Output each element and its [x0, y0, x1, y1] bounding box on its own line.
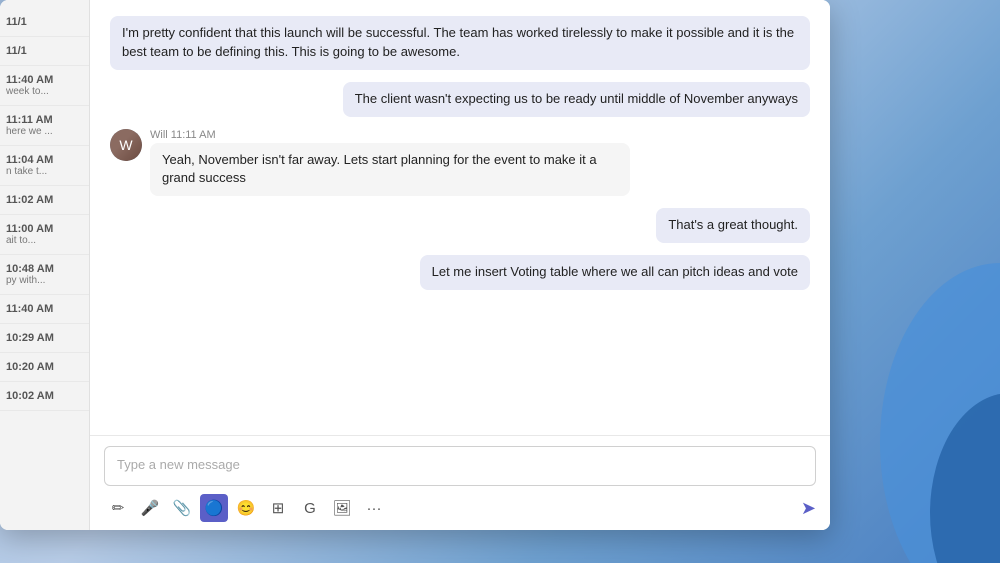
message-row: The client wasn't expecting us to be rea… — [110, 82, 810, 117]
message-bubble: The client wasn't expecting us to be rea… — [343, 82, 810, 117]
message-bubble: Yeah, November isn't far away. Lets star… — [150, 143, 630, 197]
message-row: W Will 11:11 AM Yeah, November isn't far a… — [110, 129, 810, 197]
message-row: That's a great thought. — [110, 208, 810, 243]
sidebar-item[interactable]: 11:02 AM — [0, 186, 89, 215]
sidebar-item[interactable]: 10:20 AM — [0, 353, 89, 382]
loop-icon[interactable]: 🔵 — [200, 494, 228, 522]
table-icon[interactable]: ⊞ — [264, 494, 292, 522]
avatar: W — [110, 129, 142, 161]
app-window: 11/111/111:40 AMweek to...11:11 AMhere w… — [0, 0, 830, 530]
avatar-image: W — [110, 129, 142, 161]
messages-container: I'm pretty confident that this launch wi… — [90, 0, 830, 435]
message-bubble: That's a great thought. — [656, 208, 810, 243]
message-row: Let me insert Voting table where we all … — [110, 255, 810, 290]
wave-decoration — [820, 163, 1000, 563]
sidebar-item[interactable]: 11/1 — [0, 8, 89, 37]
gif-icon[interactable]: G — [296, 494, 324, 522]
sidebar-item[interactable]: 10:29 AM — [0, 324, 89, 353]
sidebar: 11/111/111:40 AMweek to...11:11 AMhere w… — [0, 0, 90, 530]
message-input[interactable]: Type a new message — [104, 446, 816, 486]
sidebar-item[interactable]: 11:40 AM — [0, 295, 89, 324]
mic-icon[interactable]: 🎤 — [136, 494, 164, 522]
sidebar-item[interactable]: 10:02 AM — [0, 382, 89, 411]
sidebar-item[interactable]: 11/1 — [0, 37, 89, 66]
sidebar-item[interactable]: 10:48 AMpy with... — [0, 255, 89, 295]
input-area: Type a new message ✏🎤📎🔵😊⊞G🖼··· ➤ — [90, 435, 830, 530]
message-bubble: Let me insert Voting table where we all … — [420, 255, 810, 290]
toolbar: ✏🎤📎🔵😊⊞G🖼··· ➤ — [104, 494, 816, 522]
sidebar-item[interactable]: 11:40 AMweek to... — [0, 66, 89, 106]
message-meta: Will 11:11 AM — [150, 129, 630, 141]
more-icon[interactable]: ··· — [360, 494, 388, 522]
emoji-icon[interactable]: 😊 — [232, 494, 260, 522]
format-icon[interactable]: ✏ — [104, 494, 132, 522]
chat-area: I'm pretty confident that this launch wi… — [90, 0, 830, 530]
send-button[interactable]: ➤ — [801, 498, 816, 519]
message-bubble: I'm pretty confident that this launch wi… — [110, 16, 810, 70]
message-row: I'm pretty confident that this launch wi… — [110, 16, 810, 70]
message-content: Will 11:11 AM Yeah, November isn't far aw… — [150, 129, 630, 197]
image-icon[interactable]: 🖼 — [328, 494, 356, 522]
attach-icon[interactable]: 📎 — [168, 494, 196, 522]
sidebar-item[interactable]: 11:04 AMn take t... — [0, 146, 89, 186]
sidebar-item[interactable]: 11:11 AMhere we ... — [0, 106, 89, 146]
sidebar-item[interactable]: 11:00 AMait to... — [0, 215, 89, 255]
